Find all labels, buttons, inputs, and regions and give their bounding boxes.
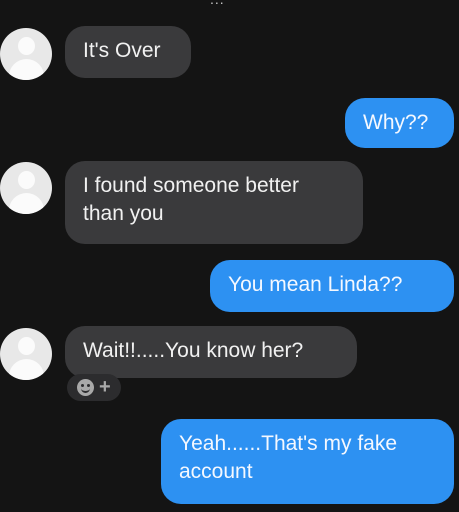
plus-icon: + xyxy=(99,376,111,398)
smiley-mouth xyxy=(81,386,90,393)
avatar-head-shape xyxy=(18,337,35,355)
contact-avatar[interactable] xyxy=(0,162,52,214)
sent-message-bubble[interactable]: Why?? xyxy=(345,98,454,148)
chat-thread: ... It's Over Why?? I found someone bett… xyxy=(0,0,459,512)
contact-avatar[interactable] xyxy=(0,328,52,380)
received-message-bubble[interactable]: I found someone better than you xyxy=(65,161,363,244)
add-reaction-button[interactable]: + xyxy=(67,374,121,401)
received-message-bubble[interactable]: It's Over xyxy=(65,26,191,78)
smiley-icon xyxy=(77,379,94,396)
avatar-body-shape xyxy=(9,193,44,214)
avatar-body-shape xyxy=(9,359,44,380)
sent-message-bubble[interactable]: You mean Linda?? xyxy=(210,260,454,312)
received-message-bubble[interactable]: Wait!!.....You know her? xyxy=(65,326,357,378)
cut-off-header-text: ... xyxy=(210,0,225,7)
avatar-head-shape xyxy=(18,37,35,55)
avatar-body-shape xyxy=(9,59,44,80)
contact-avatar[interactable] xyxy=(0,28,52,80)
avatar-head-shape xyxy=(18,171,35,189)
sent-message-bubble[interactable]: Yeah......That's my fake account xyxy=(161,419,454,504)
